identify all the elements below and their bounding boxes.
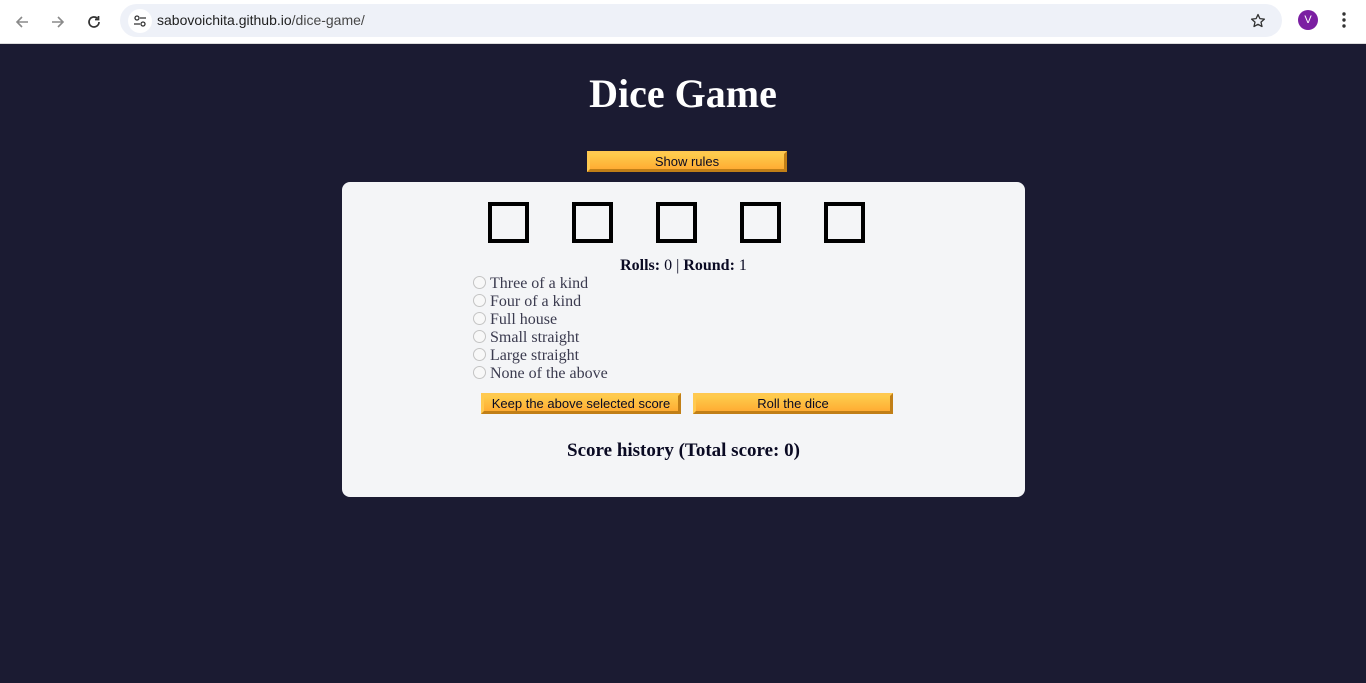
score-option-label: Small straight (490, 329, 580, 346)
radio-button[interactable] (473, 276, 486, 289)
score-option-small-straight[interactable]: Small straight (473, 329, 608, 347)
score-options: Three of a kind Four of a kind Full hous… (473, 275, 608, 383)
forward-arrow-icon (52, 16, 65, 28)
url-host: sabovoichita.github.io (157, 12, 292, 28)
die-1[interactable] (488, 202, 529, 243)
die-3[interactable] (656, 202, 697, 243)
score-option-label: None of the above (490, 365, 608, 382)
rolls-label: Rolls: (620, 257, 661, 274)
score-option-label: Four of a kind (490, 293, 582, 310)
round-count: 1 (738, 257, 747, 274)
back-button[interactable] (8, 8, 36, 36)
site-info-button[interactable] (128, 9, 152, 33)
radio-button[interactable] (473, 366, 486, 379)
score-option-label: Large straight (490, 347, 580, 364)
roll-dice-button[interactable]: Roll the dice (693, 393, 893, 414)
profile-avatar[interactable]: V (1298, 10, 1318, 30)
tune-icon (134, 15, 146, 27)
address-bar[interactable]: sabovoichita.github.io/dice-game/ (120, 4, 1282, 37)
reload-icon (88, 16, 100, 28)
score-option-large-straight[interactable]: Large straight (473, 347, 608, 365)
radio-button[interactable] (473, 348, 486, 361)
rolls-count: 0 (664, 257, 673, 274)
browser-toolbar: sabovoichita.github.io/dice-game/ V (0, 0, 1366, 44)
score-option-label: Full house (490, 311, 558, 328)
more-vert-icon (1342, 12, 1346, 28)
reload-button[interactable] (80, 8, 108, 36)
keep-score-button[interactable]: Keep the above selected score (481, 393, 681, 414)
score-option-four-of-a-kind[interactable]: Four of a kind (473, 293, 608, 311)
radio-button[interactable] (473, 294, 486, 307)
die-5[interactable] (824, 202, 865, 243)
score-option-full-house[interactable]: Full house (473, 311, 608, 329)
url-text: sabovoichita.github.io/dice-game/ (157, 12, 365, 28)
game-status: Rolls: 0 | Round: 1 (342, 257, 1025, 275)
score-history-heading: Score history (Total score: 0) (567, 440, 800, 461)
star-icon (1250, 13, 1266, 28)
bookmark-button[interactable] (1247, 10, 1269, 32)
back-arrow-icon (15, 16, 28, 28)
round-label: Round: (683, 257, 735, 274)
die-4[interactable] (740, 202, 781, 243)
show-rules-button[interactable]: Show rules (587, 151, 787, 172)
radio-button[interactable] (473, 330, 486, 343)
forward-button[interactable] (44, 8, 72, 36)
status-separator: | (676, 257, 680, 274)
die-2[interactable] (572, 202, 613, 243)
radio-button[interactable] (473, 312, 486, 325)
score-option-none[interactable]: None of the above (473, 365, 608, 383)
browser-menu-button[interactable] (1333, 8, 1355, 32)
score-option-three-of-a-kind[interactable]: Three of a kind (473, 275, 608, 293)
page-title: Dice Game (589, 71, 777, 116)
url-path: /dice-game/ (291, 12, 365, 28)
game-panel: Rolls: 0 | Round: 1 Three of a kind Four… (342, 182, 1025, 497)
score-option-label: Three of a kind (490, 275, 589, 292)
